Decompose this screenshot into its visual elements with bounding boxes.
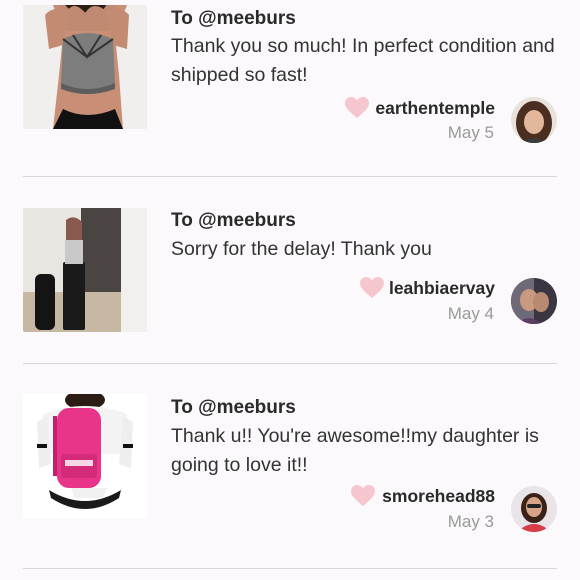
heart-icon[interactable] xyxy=(360,277,384,299)
review-date: May 4 xyxy=(447,304,494,323)
reviewer-username[interactable]: leahbiaervay xyxy=(389,278,495,299)
review-date: May 5 xyxy=(447,123,494,142)
review-item: To @meeburs Thank u!! You're awesome!!my… xyxy=(0,364,580,568)
avatar[interactable] xyxy=(511,278,557,324)
review-date: May 3 xyxy=(447,512,494,531)
product-thumbnail[interactable] xyxy=(23,5,147,129)
reviewer-username[interactable]: earthentemple xyxy=(375,98,495,119)
heart-icon[interactable] xyxy=(351,485,375,507)
heart-icon[interactable] xyxy=(345,97,369,119)
product-thumbnail[interactable] xyxy=(23,208,147,332)
review-item: To @meeburs Thank you so much! In perfec… xyxy=(0,0,580,176)
reviewer-username[interactable]: smorehead88 xyxy=(382,486,495,507)
recipient-label[interactable]: To @meeburs xyxy=(171,397,296,419)
avatar[interactable] xyxy=(511,97,557,143)
sports-bra-image xyxy=(23,5,147,129)
avatar[interactable] xyxy=(511,486,557,532)
review-item: To @meeburs Sorry for the delay! Thank y… xyxy=(0,177,580,363)
recipient-label[interactable]: To @meeburs xyxy=(171,210,296,232)
review-message: Sorry for the delay! Thank you xyxy=(171,238,432,260)
pink-backpack-image xyxy=(23,394,147,518)
divider xyxy=(23,568,557,569)
lipstick-image xyxy=(23,208,147,332)
review-message: Thank u!! You're awesome!!my daughter is… xyxy=(171,425,539,476)
recipient-label[interactable]: To @meeburs xyxy=(171,8,296,30)
product-thumbnail[interactable] xyxy=(23,394,147,518)
review-message: Thank you so much! In perfect condition … xyxy=(171,35,555,86)
